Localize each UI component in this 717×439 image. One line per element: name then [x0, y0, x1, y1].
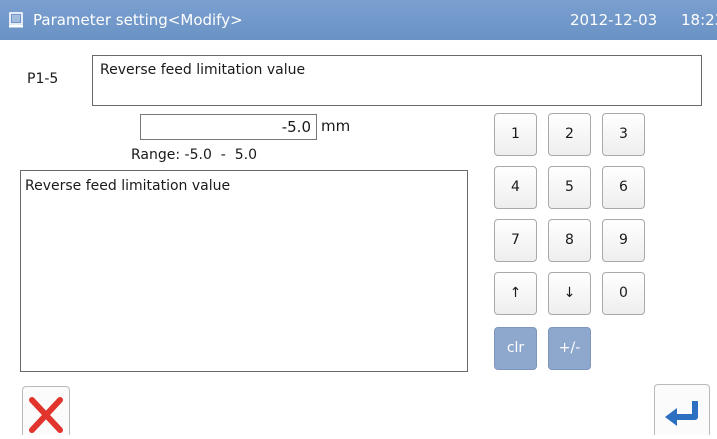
- key-2-button[interactable]: 2: [548, 113, 591, 156]
- key-7-button[interactable]: 7: [494, 219, 537, 262]
- key-9-button[interactable]: 9: [602, 219, 645, 262]
- cancel-button[interactable]: [22, 386, 70, 435]
- value-input[interactable]: -5.0: [140, 114, 317, 140]
- unit-label: mm: [321, 117, 351, 135]
- key-5-button[interactable]: 5: [548, 166, 591, 209]
- key-8-button[interactable]: 8: [548, 219, 591, 262]
- key-6-button[interactable]: 6: [602, 166, 645, 209]
- title-bar: Parameter setting<Modify> 2012-12-03 18:…: [0, 0, 717, 40]
- enter-return-icon: [665, 401, 698, 426]
- clear-button[interactable]: clr: [494, 327, 537, 370]
- key-0-button[interactable]: 0: [602, 272, 645, 315]
- key-3-button[interactable]: 3: [602, 113, 645, 156]
- close-x-icon: [29, 397, 63, 433]
- monitor-icon: [9, 12, 23, 28]
- description-box: Reverse feed limitation value: [20, 170, 468, 372]
- description-text: Reverse feed limitation value: [25, 178, 231, 194]
- range-label: Range: -5.0 - 5.0: [131, 147, 257, 163]
- date-display: 2012-12-03: [570, 11, 658, 29]
- key-1-button[interactable]: 1: [494, 113, 537, 156]
- parameter-name-box: Reverse feed limitation value: [92, 55, 702, 106]
- time-display: 18:23: [681, 11, 717, 29]
- key-up-button[interactable]: ↑: [494, 272, 537, 315]
- key-4-button[interactable]: 4: [494, 166, 537, 209]
- window-title: Parameter setting<Modify>: [33, 11, 243, 29]
- enter-button[interactable]: [654, 384, 710, 435]
- parameter-name: Reverse feed limitation value: [100, 62, 306, 78]
- key-down-button[interactable]: ↓: [548, 272, 591, 315]
- parameter-code: P1-5: [27, 71, 59, 87]
- sign-toggle-button[interactable]: +/-: [548, 327, 591, 370]
